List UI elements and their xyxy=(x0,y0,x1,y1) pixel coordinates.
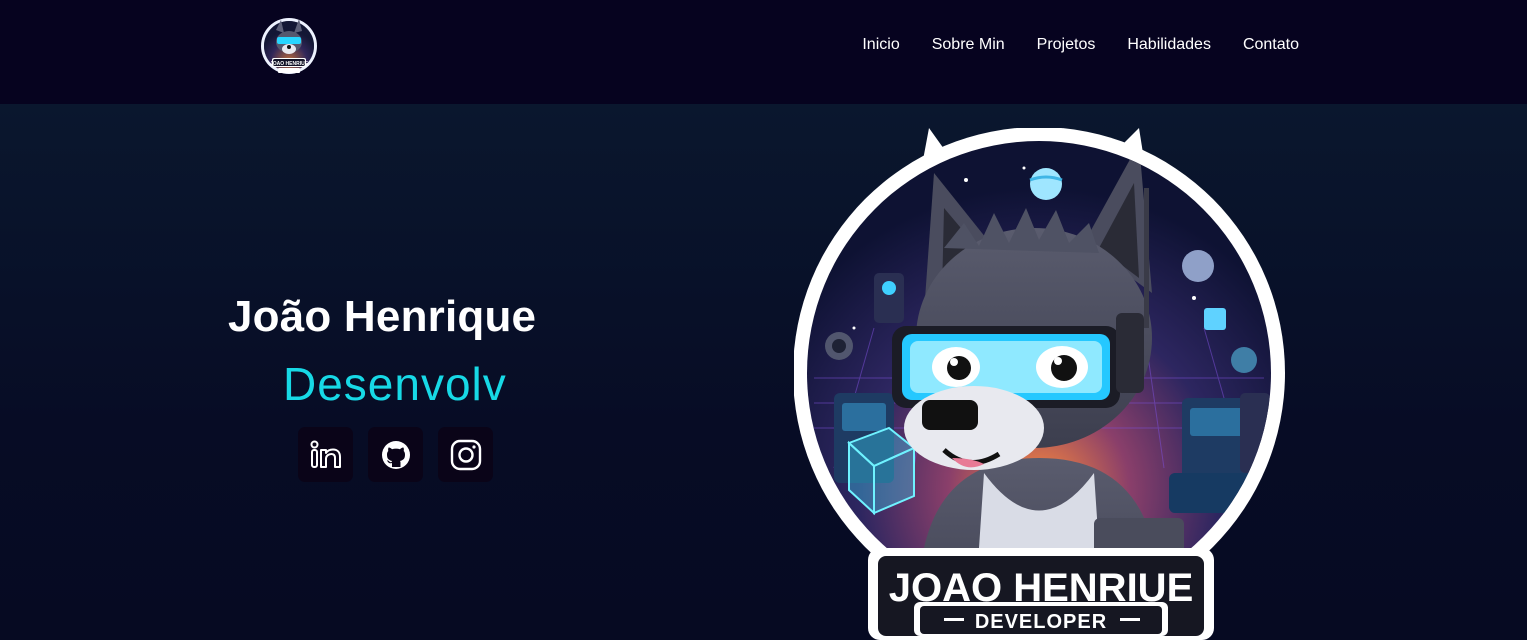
main-nav: Inicio Sobre Min Projetos Habilidades Co… xyxy=(862,36,1299,54)
linkedin-icon xyxy=(310,440,341,468)
nav-link-projetos[interactable]: Projetos xyxy=(1037,36,1096,54)
mascot-banner-subtitle: DEVELOPER xyxy=(975,611,1107,633)
hero-section xyxy=(0,104,1527,640)
linkedin-button[interactable] xyxy=(298,427,353,482)
github-icon xyxy=(381,440,410,469)
top-navbar: JOAO HENRIUE Inicio Sobre Min Projetos H… xyxy=(0,0,1527,104)
nav-link-inicio[interactable]: Inicio xyxy=(862,36,899,54)
social-links xyxy=(298,427,493,482)
typed-role-text: Desenvolv xyxy=(283,358,507,410)
hero-name: João Henrique xyxy=(228,292,537,341)
svg-text:JOAO HENRIUE: JOAO HENRIUE xyxy=(270,61,309,67)
nav-link-contato[interactable]: Contato xyxy=(1243,36,1299,54)
instagram-button[interactable] xyxy=(438,427,493,482)
wolf-logo-icon: JOAO HENRIUE xyxy=(261,18,317,74)
logo[interactable]: JOAO HENRIUE xyxy=(256,16,322,80)
wolf-mascot-icon: JOAO HENRIUE DEVELOPER xyxy=(793,127,1285,640)
mascot-banner-title: JOAO HENRIUE xyxy=(889,566,1194,610)
github-button[interactable] xyxy=(368,427,423,482)
instagram-icon xyxy=(450,439,481,470)
nav-link-habilidades[interactable]: Habilidades xyxy=(1127,36,1211,54)
mascot-illustration: JOAO HENRIUE DEVELOPER xyxy=(793,127,1294,640)
typed-role-container: Desenvolv xyxy=(283,356,507,414)
nav-link-sobre-min[interactable]: Sobre Min xyxy=(932,36,1005,54)
